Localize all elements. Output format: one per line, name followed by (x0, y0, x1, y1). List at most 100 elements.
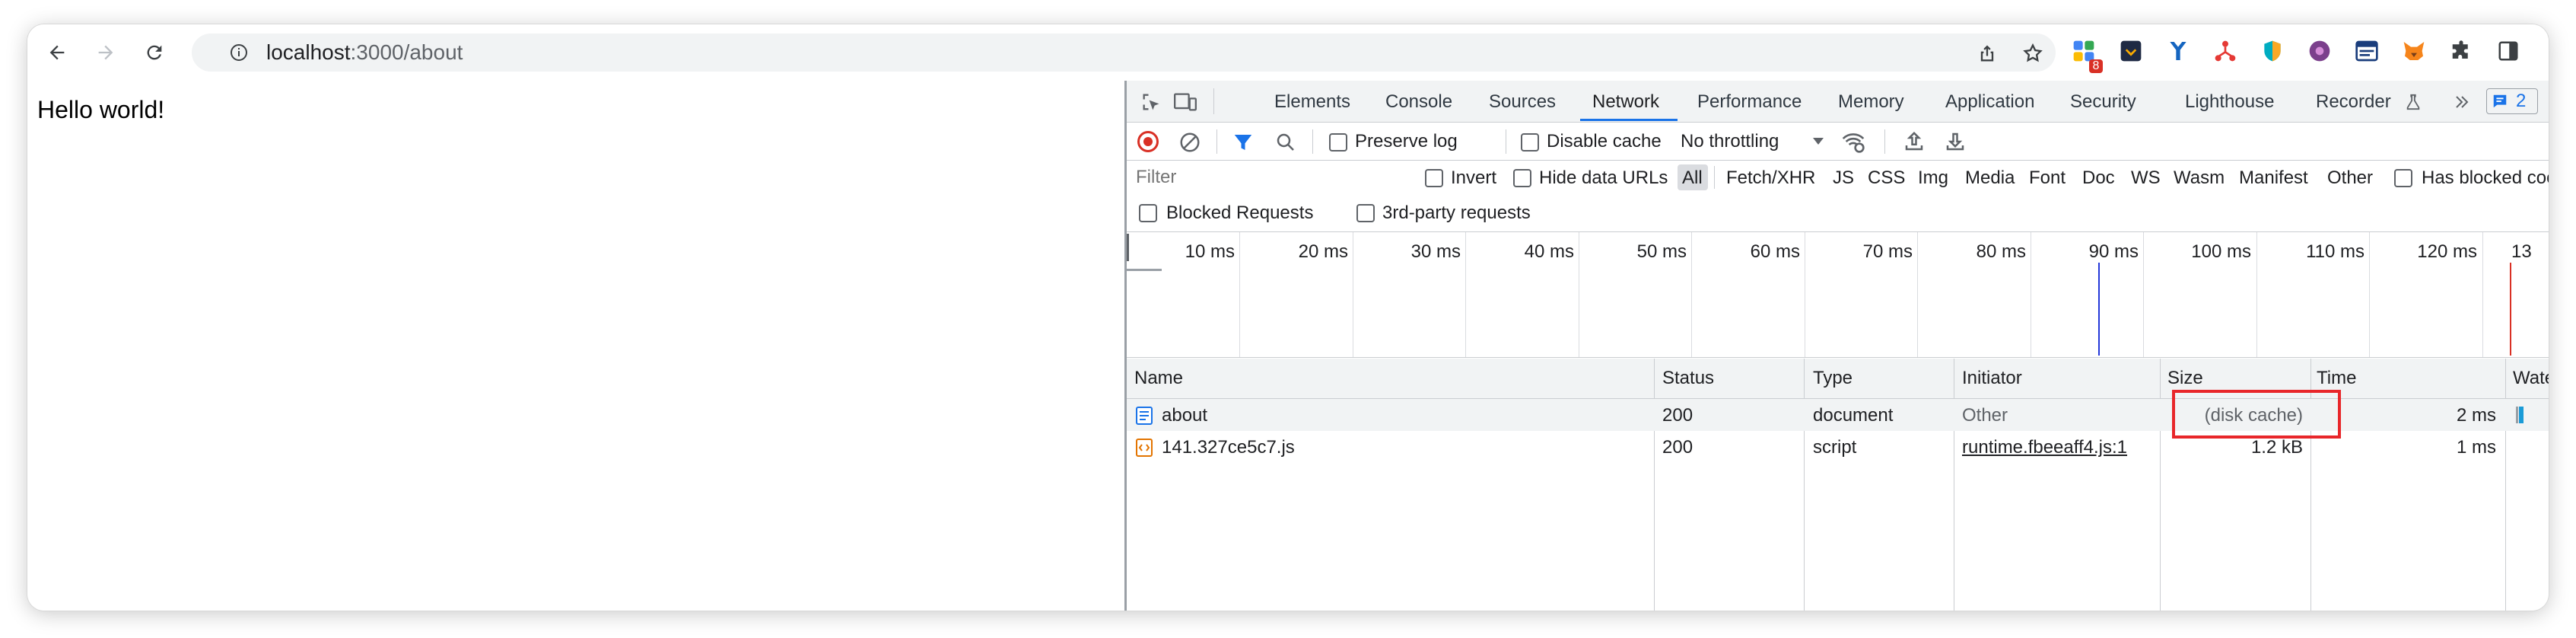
extension-2-button[interactable] (2116, 37, 2145, 65)
filter-input[interactable] (1133, 164, 1398, 190)
column-initiator-header[interactable]: Initiator (1962, 368, 2022, 389)
url-path: :3000/about (350, 40, 463, 64)
request-type: document (1813, 405, 1894, 426)
reload-button[interactable] (140, 38, 169, 67)
request-name[interactable]: 141.327ce5c7.js (1162, 437, 1295, 458)
column-divider[interactable] (2505, 359, 2506, 611)
tab-memory[interactable]: Memory (1838, 91, 1904, 113)
filter-type-fetch[interactable]: Fetch/XHR (1726, 167, 1815, 189)
request-status: 200 (1662, 405, 1693, 426)
invert-checkbox[interactable] (1425, 169, 1443, 187)
extension-1-button[interactable]: 8 (2069, 37, 2103, 73)
device-toolbar-icon[interactable] (1174, 91, 1197, 113)
column-name-header[interactable]: Name (1134, 368, 1183, 389)
clear-icon[interactable] (1178, 131, 1201, 154)
dom-content-loaded-line (2098, 263, 2100, 356)
tab-recorder[interactable]: Recorder (2316, 91, 2391, 113)
filter-type-img[interactable]: Img (1918, 167, 1948, 189)
filter-type-other[interactable]: Other (2327, 167, 2373, 189)
export-har-icon[interactable] (1944, 129, 1967, 154)
issues-counter-button[interactable]: 2 (2486, 88, 2538, 114)
timeline-tick: 90 ms (2088, 241, 2139, 262)
highlight-annotation (2172, 390, 2341, 439)
network-conditions-icon[interactable] (1840, 129, 1866, 154)
tab-console[interactable]: Console (1385, 91, 1452, 113)
page-heading-text: Hello world! (37, 96, 165, 123)
request-name[interactable]: about (1162, 405, 1207, 426)
column-divider[interactable] (1654, 359, 1655, 611)
timeline-tick: 10 ms (1185, 241, 1235, 262)
extension-5-button[interactable] (2258, 37, 2287, 65)
record-button[interactable] (1137, 131, 1159, 152)
search-icon[interactable] (1274, 131, 1297, 154)
dropdown-arrow-icon (1813, 138, 1824, 145)
back-button[interactable] (43, 38, 72, 67)
script-icon (1136, 439, 1153, 457)
third-party-checkbox[interactable] (1356, 204, 1375, 222)
side-panel-button[interactable] (2494, 37, 2523, 65)
column-status-header[interactable]: Status (1662, 368, 1714, 389)
grid-line (1239, 232, 1240, 357)
timeline-tick: 100 ms (2191, 241, 2251, 262)
blocked-requests-checkbox[interactable] (1139, 204, 1157, 222)
import-har-icon[interactable] (1903, 129, 1926, 154)
star-icon (2023, 43, 2043, 62)
grid-line (2482, 232, 2483, 357)
filter-type-css[interactable]: CSS (1868, 167, 1905, 189)
forward-button[interactable] (91, 38, 120, 67)
filter-type-wasm[interactable]: Wasm (2174, 167, 2225, 189)
divider (1312, 129, 1313, 154)
tab-security[interactable]: Security (2070, 91, 2136, 113)
filter-type-all[interactable]: All (1682, 167, 1703, 189)
filter-type-manifest[interactable]: Manifest (2239, 167, 2308, 189)
filter-type-js[interactable]: JS (1833, 167, 1854, 189)
extension-badge: 8 (2089, 59, 2103, 73)
url-text[interactable]: localhost:3000/about (266, 40, 463, 64)
column-waterfall-header[interactable]: Waterfa (2513, 368, 2549, 389)
extension-3-button[interactable] (2164, 37, 2193, 65)
extension-6-button[interactable] (2305, 37, 2334, 65)
filter-type-ws[interactable]: WS (2131, 167, 2161, 189)
extension-4-button[interactable] (2211, 37, 2240, 65)
throttling-select[interactable]: No throttling (1681, 125, 1848, 157)
network-overview-timeline[interactable]: 10 ms 20 ms 30 ms 40 ms 50 ms 60 ms 70 m… (1127, 232, 2549, 358)
timeline-tick: 110 ms (2306, 241, 2365, 262)
disable-cache-checkbox[interactable] (1521, 133, 1539, 152)
hide-data-urls-checkbox[interactable] (1513, 169, 1531, 187)
tab-elements[interactable]: Elements (1274, 91, 1350, 113)
tab-network[interactable]: Network (1592, 91, 1659, 113)
tab-sources[interactable]: Sources (1489, 91, 1556, 113)
filter-type-font[interactable]: Font (2029, 167, 2066, 189)
tab-lighthouse[interactable]: Lighthouse (2185, 91, 2274, 113)
bookmark-button[interactable] (2021, 41, 2045, 65)
request-initiator-link[interactable]: runtime.fbeeaff4.js:1 (1962, 437, 2127, 458)
address-bar[interactable]: localhost:3000/about (192, 33, 2056, 72)
column-time-header[interactable]: Time (2317, 368, 2356, 389)
tab-application[interactable]: Application (1945, 91, 2034, 113)
inspect-element-icon[interactable] (1140, 91, 1162, 113)
request-size: 1.2 kB (2250, 437, 2303, 458)
has-blocked-cookies-checkbox[interactable] (2394, 169, 2412, 187)
more-tabs-icon[interactable] (2452, 93, 2472, 111)
column-type-header[interactable]: Type (1813, 368, 1852, 389)
column-size-header[interactable]: Size (2167, 368, 2203, 389)
request-type: script (1813, 437, 1857, 458)
extension-8-button[interactable] (2399, 37, 2428, 65)
column-divider[interactable] (1804, 359, 1805, 611)
invert-label: Invert (1451, 167, 1497, 188)
page-viewport: Hello world! (27, 81, 1124, 611)
url-host: localhost (266, 40, 351, 64)
extension-7-button[interactable] (2352, 37, 2381, 65)
preserve-log-checkbox[interactable] (1329, 133, 1347, 152)
filter-funnel-icon[interactable] (1232, 131, 1255, 154)
site-info-icon[interactable] (230, 43, 248, 62)
filter-type-media[interactable]: Media (1965, 167, 2015, 189)
flask-icon (2406, 94, 2420, 110)
grid-line (1917, 232, 1918, 357)
filter-type-doc[interactable]: Doc (2082, 167, 2115, 189)
grid-line (1691, 232, 1692, 357)
tab-performance[interactable]: Performance (1697, 91, 1802, 113)
column-divider[interactable] (2160, 359, 2161, 611)
extensions-menu-button[interactable] (2447, 37, 2476, 65)
share-button[interactable] (1975, 41, 1999, 65)
